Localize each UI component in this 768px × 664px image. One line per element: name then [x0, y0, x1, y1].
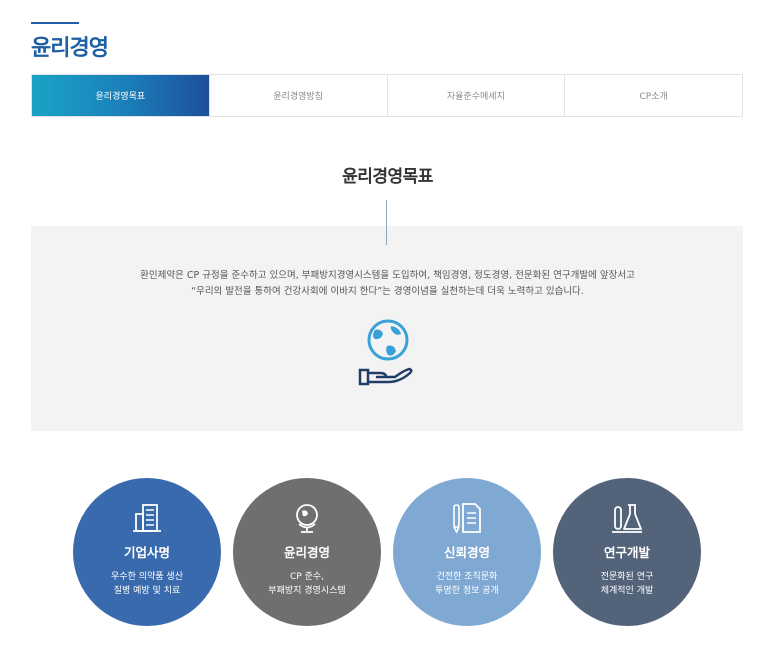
value-card-research: 연구개발 전문화된 연구 체계적인 개발 [553, 478, 701, 626]
value-card-trust: 신뢰경영 건전한 조직문화 투명한 정보 공개 [393, 478, 541, 626]
tab-ethics-goal[interactable]: 윤리경영목표 [32, 75, 209, 116]
flask-icon [612, 504, 642, 533]
value-line: 투명한 정보 공개 [435, 586, 499, 596]
value-line: CP 준수, [290, 572, 324, 582]
value-line: 전문화된 연구 [600, 572, 654, 582]
intro-description-line: 환인제약은 CP 규정을 준수하고 있으며, 부패방지경영시스템을 도입하여, … [140, 270, 635, 281]
value-title: 신뢰경영 [443, 545, 490, 560]
value-card-ethics: 윤리경영 CP 준수, 부패방지 경영시스템 [233, 478, 381, 626]
title-accent-rule [31, 22, 79, 24]
value-line: 건전한 조직문화 [436, 572, 498, 582]
value-line: 부패방지 경영시스템 [268, 586, 346, 596]
intro-description-line: “우리의 발전을 통하여 건강사회에 이바지 한다”는 경영이념을 실천하는데 … [191, 285, 584, 297]
value-title: 기업사명 [123, 545, 170, 560]
globe-icon [296, 504, 318, 533]
value-line: 우수한 의약품 생산 [111, 572, 183, 582]
tab-bar: 윤리경영목표 윤리경영방침 자율준수메세지 CP소개 [31, 74, 743, 117]
page-title: 윤리경영 [31, 36, 109, 61]
value-line: 질병 예방 및 치료 [113, 586, 181, 596]
value-line: 체계적인 개발 [600, 586, 654, 596]
hand-globe-icon [358, 319, 413, 386]
building-icon [133, 504, 161, 532]
value-card-mission: 기업사명 우수한 의약품 생산 질병 예방 및 치료 [73, 478, 221, 626]
tab-cp-intro[interactable]: CP소개 [564, 75, 742, 116]
tab-ethics-policy[interactable]: 윤리경영방침 [208, 75, 387, 116]
value-title: 윤리경영 [283, 545, 330, 560]
heading-connector-line [386, 200, 387, 245]
document-icon [453, 503, 481, 534]
section-heading: 윤리경영목표 [342, 167, 433, 187]
value-title: 연구개발 [603, 545, 650, 560]
intro-description: 환인제약은 CP 규정을 준수하고 있으며, 부패방지경영시스템을 도입하여, … [0, 268, 768, 299]
tab-compliance-message[interactable]: 자율준수메세지 [386, 75, 565, 116]
